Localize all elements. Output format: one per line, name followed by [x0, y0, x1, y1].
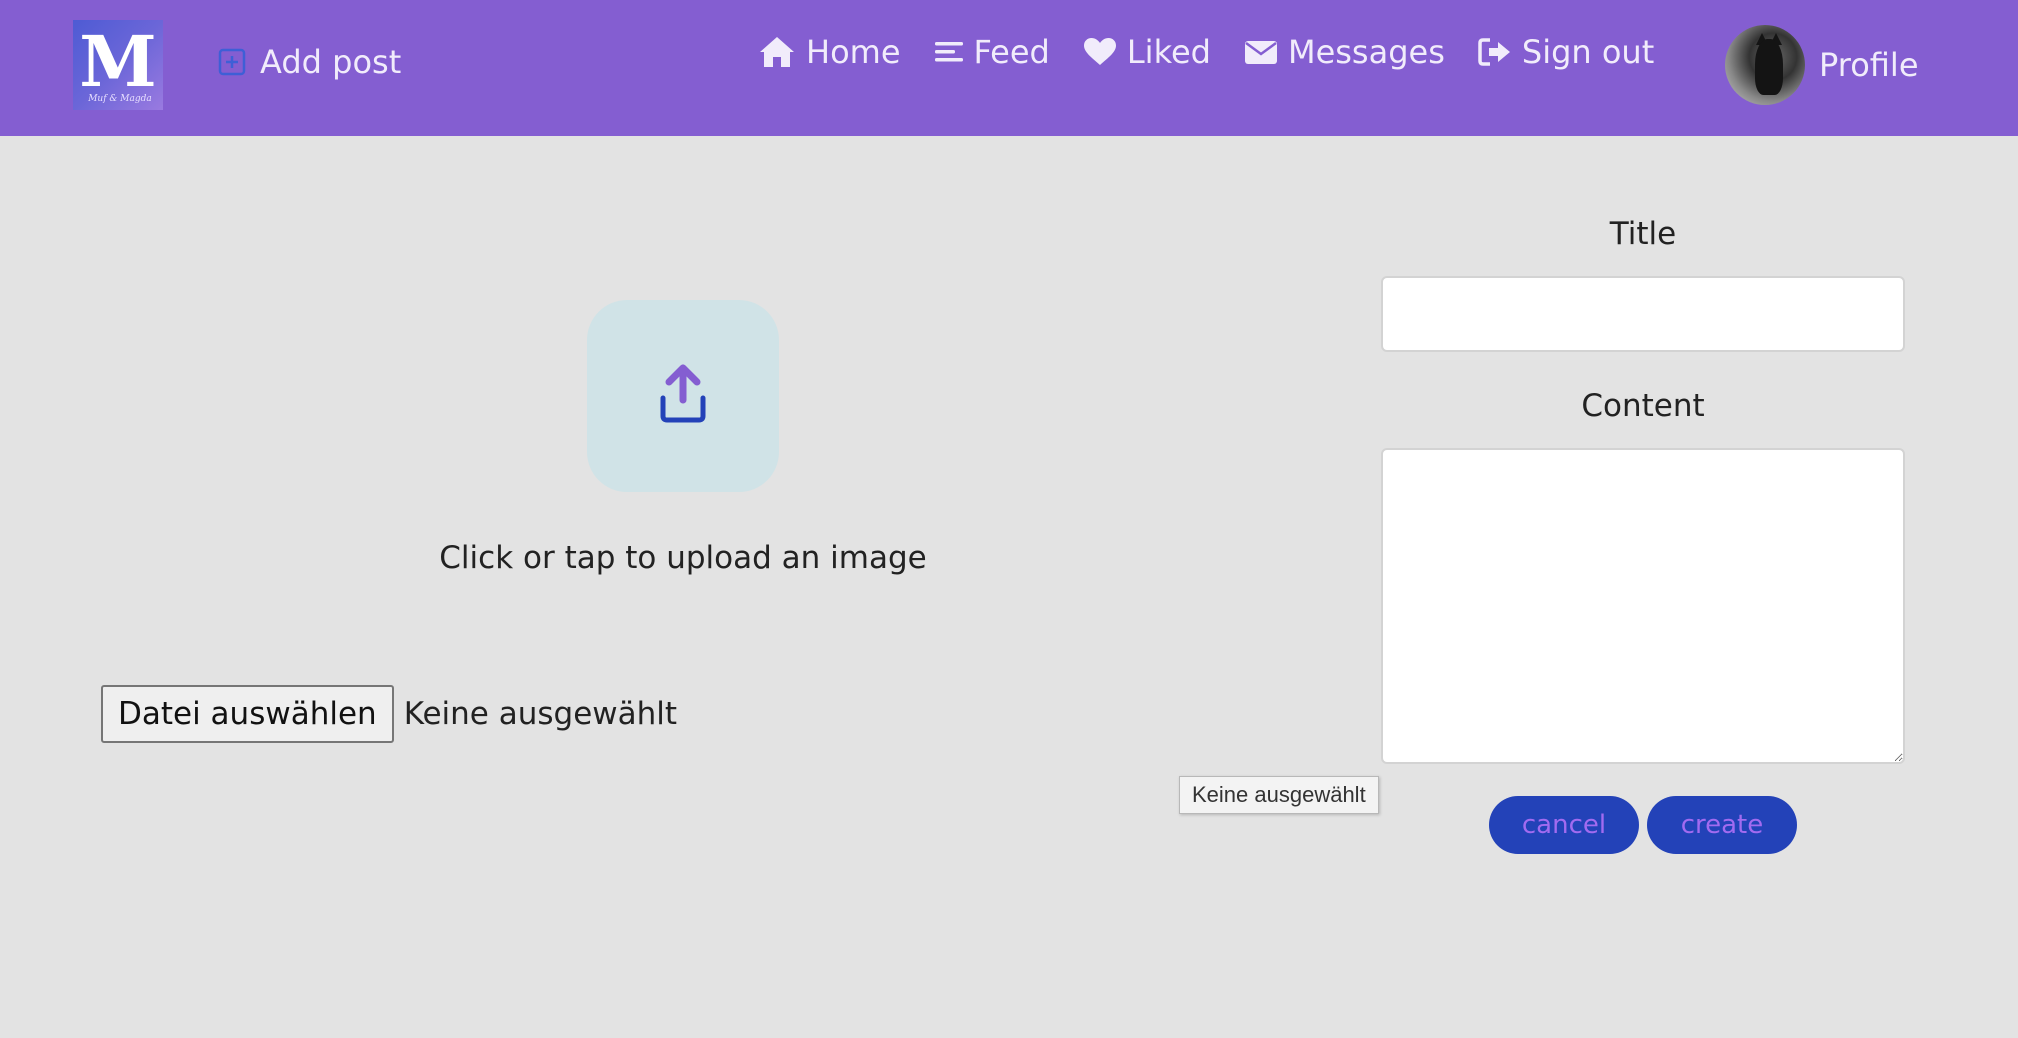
file-status-text: Keine ausgewählt	[403, 696, 678, 732]
envelope-icon	[1244, 38, 1278, 66]
sign-out-icon	[1478, 37, 1512, 67]
file-input-tooltip: Keine ausgewählt	[1179, 776, 1379, 814]
heart-icon	[1083, 37, 1117, 67]
profile-label: Profile	[1819, 46, 1919, 84]
logo-tagline: Muf & Magda	[88, 94, 152, 104]
upload-hint-text: Click or tap to upload an image	[439, 540, 927, 576]
create-button[interactable]: create	[1647, 796, 1797, 854]
content-textarea[interactable]	[1381, 448, 1905, 764]
nav-messages-label: Messages	[1287, 33, 1445, 71]
nav-messages[interactable]: Messages	[1244, 33, 1445, 71]
nav-liked-label: Liked	[1126, 33, 1211, 71]
nav-liked[interactable]: Liked	[1083, 33, 1211, 71]
content-label: Content	[1581, 388, 1705, 424]
logo-letter: M	[79, 20, 157, 103]
plus-square-icon	[218, 48, 246, 76]
nav-feed[interactable]: Feed	[934, 33, 1050, 71]
home-icon	[758, 35, 796, 69]
site-logo[interactable]: M Muf & Magda	[73, 20, 163, 110]
main-nav: Home Feed Liked Messages Sign out	[758, 30, 1654, 74]
nav-feed-label: Feed	[973, 33, 1050, 71]
profile-link[interactable]: Profile	[1725, 24, 1919, 106]
image-upload-dropzone[interactable]	[587, 300, 779, 492]
upload-icon	[645, 364, 721, 432]
nav-home-label: Home	[806, 33, 901, 71]
cancel-button[interactable]: cancel	[1489, 796, 1639, 854]
menu-icon	[934, 38, 964, 66]
add-post-label: Add post	[260, 43, 402, 81]
top-navbar: M Muf & Magda Add post Home Feed Liked M…	[0, 0, 2018, 136]
nav-sign-out-label: Sign out	[1521, 33, 1655, 71]
choose-file-button[interactable]: Datei auswählen	[101, 685, 394, 743]
title-input[interactable]	[1381, 276, 1905, 352]
nav-home[interactable]: Home	[758, 33, 901, 71]
file-input: Datei auswählen Keine ausgewählt	[101, 684, 677, 744]
nav-sign-out[interactable]: Sign out	[1478, 33, 1654, 71]
add-post-link[interactable]: Add post	[218, 42, 401, 82]
title-label: Title	[1609, 216, 1677, 252]
avatar	[1725, 25, 1805, 105]
